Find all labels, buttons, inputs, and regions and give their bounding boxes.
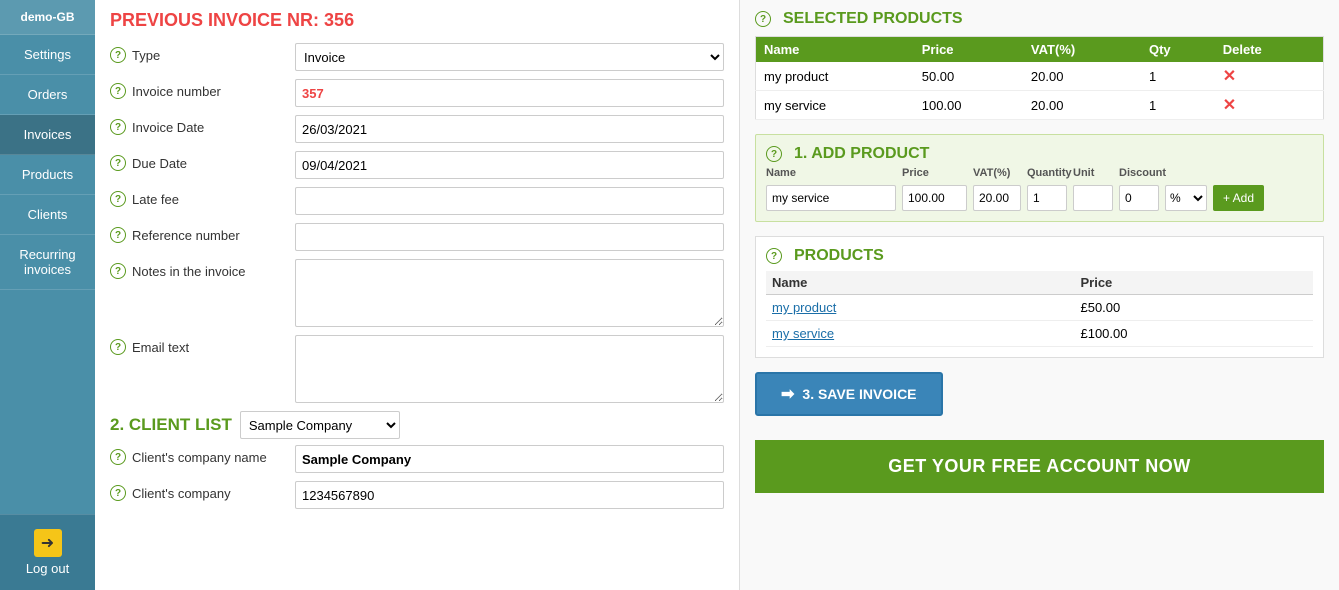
add-product-button[interactable]: + Add xyxy=(1213,185,1264,211)
add-vat-input[interactable] xyxy=(973,185,1021,211)
prod-col-name: Name xyxy=(766,271,1074,295)
email-text-help-icon[interactable]: ? xyxy=(110,339,126,355)
products-help-icon[interactable]: ? xyxy=(766,248,782,264)
prod-col-price: Price xyxy=(1074,271,1313,295)
client-company-name-input[interactable] xyxy=(295,445,724,473)
add-product-col-headers: Name Price VAT(%) Quantity Unit Discount xyxy=(766,167,1313,179)
client-company-input[interactable] xyxy=(295,481,724,509)
products-table: Name Price my product £50.00 my service … xyxy=(766,271,1313,347)
table-row: my product 50.00 20.00 1 ✕ xyxy=(756,62,1324,91)
selected-products-help-icon[interactable]: ? xyxy=(755,11,771,27)
col-qty: Qty xyxy=(1141,37,1215,63)
selected-products-table: Name Price VAT(%) Qty Delete my product … xyxy=(755,36,1324,120)
type-row: ? Type Invoice Quote Credit Note xyxy=(110,43,724,71)
invoice-date-input[interactable] xyxy=(295,115,724,143)
sidebar-item-products[interactable]: Products xyxy=(0,155,95,195)
type-select[interactable]: Invoice Quote Credit Note xyxy=(295,43,724,71)
left-panel: PREVIOUS INVOICE NR: 356 ? Type Invoice … xyxy=(95,0,740,590)
list-item: my service £100.00 xyxy=(766,321,1313,347)
col-vat: VAT(%) xyxy=(1023,37,1141,63)
add-name-input[interactable] xyxy=(766,185,896,211)
sidebar-item-clients[interactable]: Clients xyxy=(0,195,95,235)
products-header: ? PRODUCTS xyxy=(766,247,1313,265)
email-text-row: ? Email text xyxy=(110,335,724,403)
col-delete: Delete xyxy=(1215,37,1324,63)
client-company-name-help-icon[interactable]: ? xyxy=(110,449,126,465)
email-text-textarea[interactable] xyxy=(295,335,724,403)
client-dropdown[interactable]: Sample Company Other Client xyxy=(240,411,400,439)
add-product-form: % £ + Add xyxy=(766,185,1313,211)
products-section: ? PRODUCTS Name Price my product £50.00 … xyxy=(755,236,1324,358)
add-quantity-input[interactable] xyxy=(1027,185,1067,211)
reference-number-input[interactable] xyxy=(295,223,724,251)
late-fee-help-icon[interactable]: ? xyxy=(110,191,126,207)
client-section-header: 2. CLIENT LIST Sample Company Other Clie… xyxy=(110,411,724,439)
product-link[interactable]: my product xyxy=(772,300,836,315)
sidebar-item-orders[interactable]: Orders xyxy=(0,75,95,115)
late-fee-input[interactable] xyxy=(295,187,724,215)
sidebar-bottom: ➜ Log out xyxy=(0,514,95,590)
save-invoice-button[interactable]: ➡ 3. SAVE INVOICE xyxy=(755,372,943,416)
logout-button[interactable]: ➜ Log out xyxy=(0,514,95,590)
client-list-title: 2. CLIENT LIST xyxy=(110,415,232,435)
prev-invoice-title: PREVIOUS INVOICE NR: 356 xyxy=(110,10,724,31)
add-product-help-icon[interactable]: ? xyxy=(766,146,782,162)
right-panel: ? SELECTED PRODUCTS Name Price VAT(%) Qt… xyxy=(740,0,1339,590)
add-product-header: ? 1. ADD PRODUCT xyxy=(766,145,1313,163)
due-date-help-icon[interactable]: ? xyxy=(110,155,126,171)
invoice-date-help-icon[interactable]: ? xyxy=(110,119,126,135)
add-unit-input[interactable] xyxy=(1073,185,1113,211)
delete-icon[interactable]: ✕ xyxy=(1223,97,1236,114)
main-content: PREVIOUS INVOICE NR: 356 ? Type Invoice … xyxy=(95,0,1339,590)
list-item: my product £50.00 xyxy=(766,295,1313,321)
sidebar: demo-GB Settings Orders Invoices Product… xyxy=(0,0,95,590)
due-date-row: ? Due Date xyxy=(110,151,724,179)
invoice-date-row: ? Invoice Date xyxy=(110,115,724,143)
sidebar-item-invoices[interactable]: Invoices xyxy=(0,115,95,155)
sidebar-item-recurring[interactable]: Recurring invoices xyxy=(0,235,95,290)
due-date-input[interactable] xyxy=(295,151,724,179)
free-account-banner[interactable]: GET YOUR FREE ACCOUNT NOW xyxy=(755,440,1324,493)
add-price-input[interactable] xyxy=(902,185,967,211)
notes-textarea[interactable] xyxy=(295,259,724,327)
invoice-number-input[interactable] xyxy=(295,79,724,107)
table-row: my service 100.00 20.00 1 ✕ xyxy=(756,91,1324,120)
discount-type-select[interactable]: % £ xyxy=(1165,185,1207,211)
invoice-number-row: ? Invoice number xyxy=(110,79,724,107)
notes-help-icon[interactable]: ? xyxy=(110,263,126,279)
add-discount-input[interactable] xyxy=(1119,185,1159,211)
notes-row: ? Notes in the invoice xyxy=(110,259,724,327)
type-help-icon[interactable]: ? xyxy=(110,47,126,63)
sidebar-item-settings[interactable]: Settings xyxy=(0,35,95,75)
delete-icon[interactable]: ✕ xyxy=(1223,68,1236,85)
invoice-number-help-icon[interactable]: ? xyxy=(110,83,126,99)
late-fee-row: ? Late fee xyxy=(110,187,724,215)
client-company-name-row: ? Client's company name xyxy=(110,445,724,473)
sidebar-item-demo[interactable]: demo-GB xyxy=(0,0,95,35)
reference-number-row: ? Reference number xyxy=(110,223,724,251)
selected-products-header: ? SELECTED PRODUCTS xyxy=(755,10,1324,28)
product-link[interactable]: my service xyxy=(772,326,834,341)
col-name: Name xyxy=(756,37,914,63)
add-product-section: ? 1. ADD PRODUCT Name Price VAT(%) Quant… xyxy=(755,134,1324,222)
col-price: Price xyxy=(914,37,1023,63)
reference-number-help-icon[interactable]: ? xyxy=(110,227,126,243)
client-company-help-icon[interactable]: ? xyxy=(110,485,126,501)
save-invoice-arrow-icon: ➡ xyxy=(781,384,794,404)
client-company-row: ? Client's company xyxy=(110,481,724,509)
logout-icon: ➜ xyxy=(34,529,62,557)
